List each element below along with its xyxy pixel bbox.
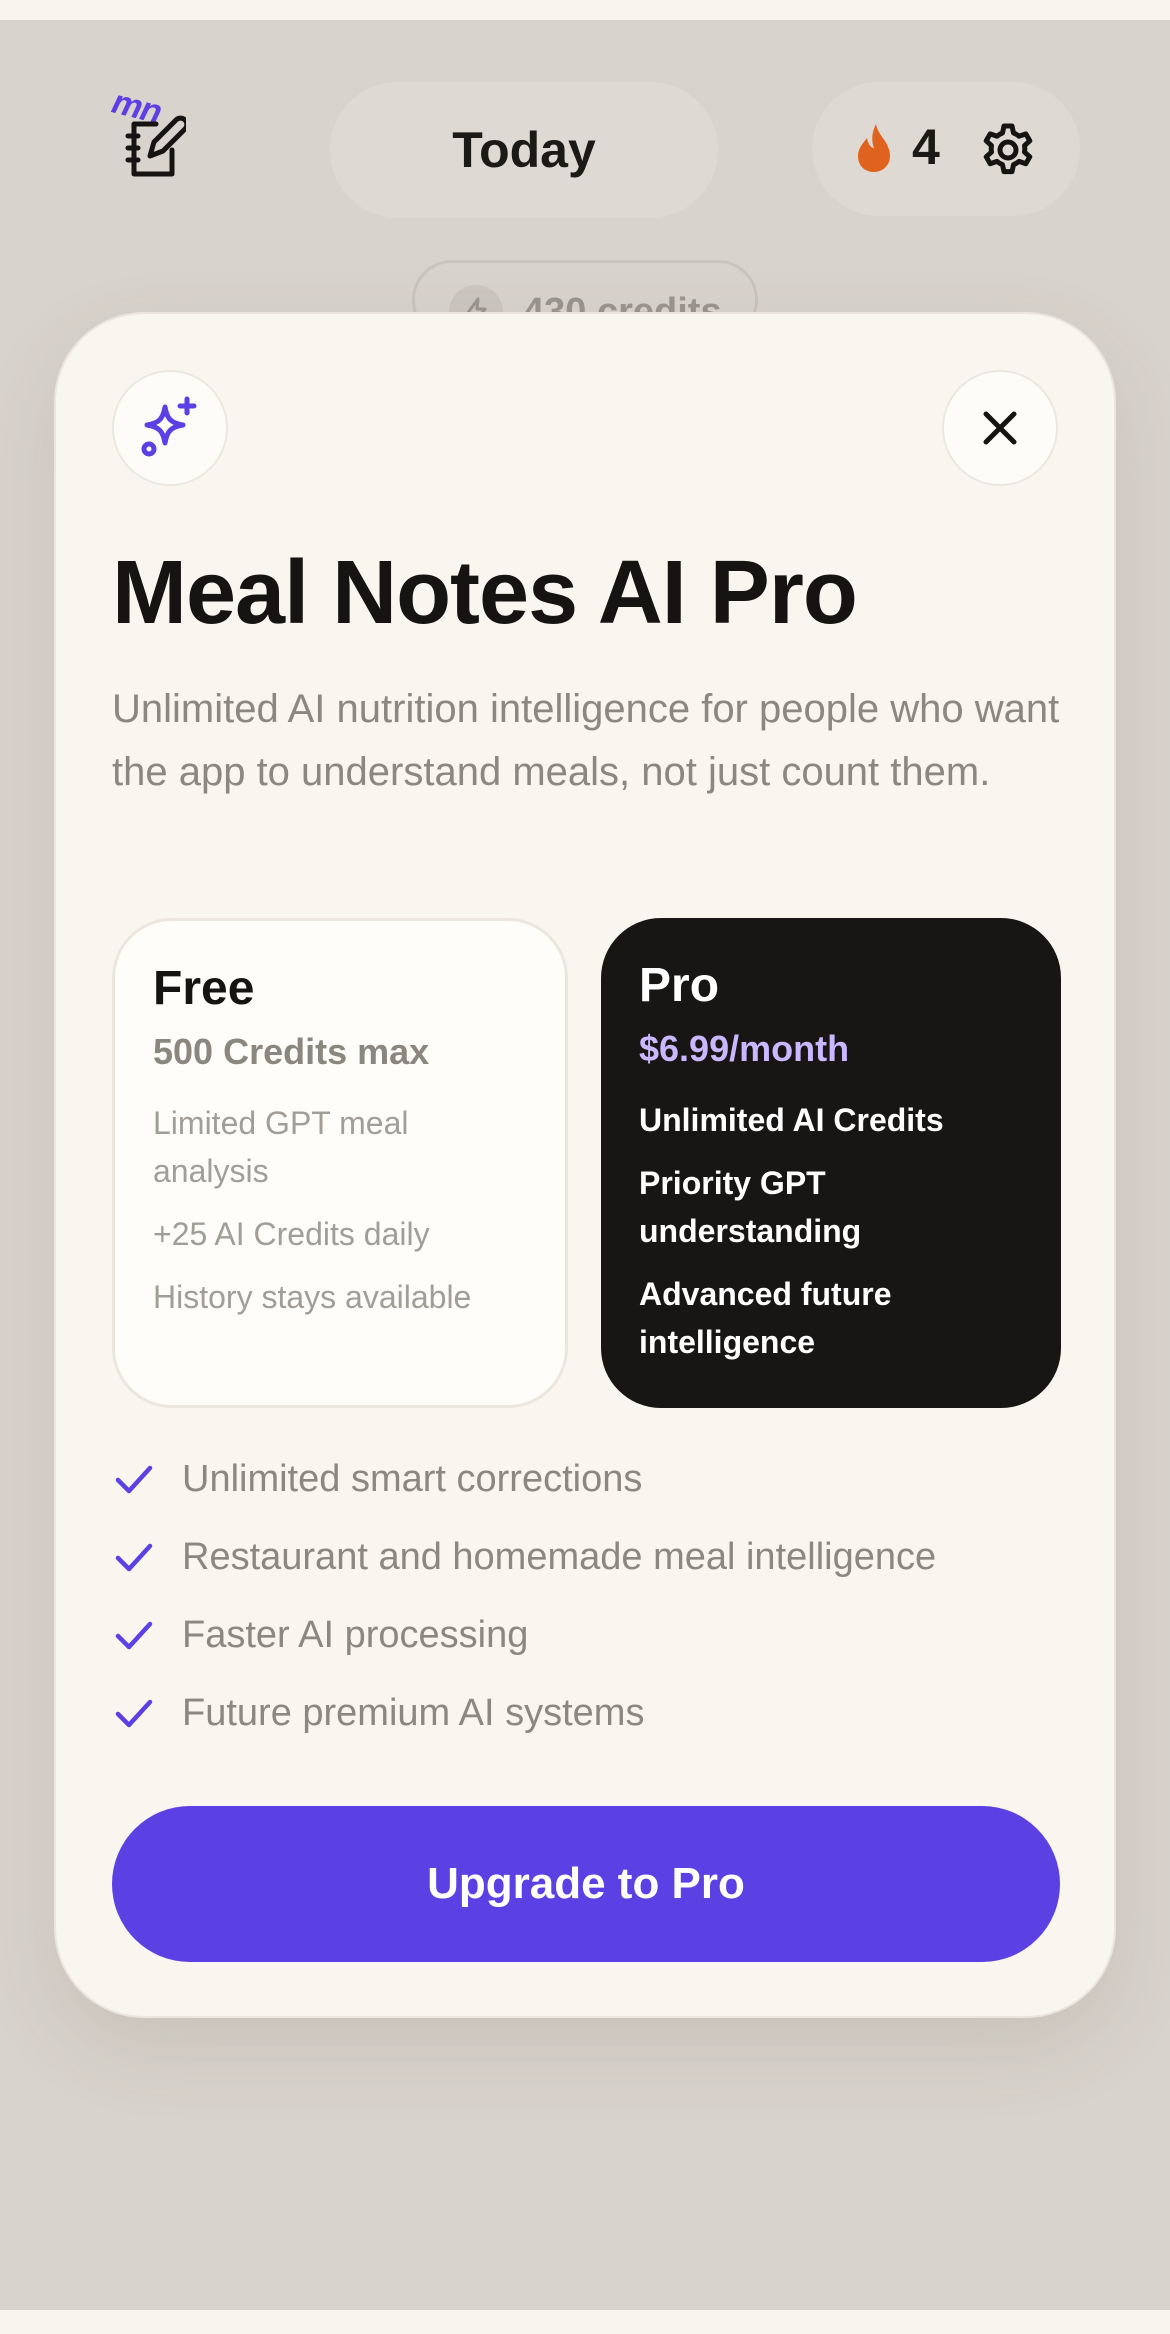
plan-feature: Unlimited AI Credits [639,1102,944,1138]
check-icon [115,1699,153,1728]
benefit-item: Unlimited smart corrections [112,1440,1072,1518]
modal-subtitle: Unlimited AI nutrition intelligence for … [112,687,1060,794]
plan-price: $6.99/month [639,1028,850,1069]
gear-icon[interactable] [980,122,1036,178]
plan-feature: Advanced future intelligence [639,1276,892,1360]
plan-feature: History stays available [153,1279,472,1315]
plan-name: Free [153,962,255,1015]
benefit-item: Future premium AI systems [112,1674,1072,1752]
check-icon [115,1465,153,1494]
modal-title: Meal Notes AI Pro [112,543,858,643]
close-icon [983,411,1017,445]
pro-upgrade-modal: Meal Notes AI Pro Unlimited AI nutrition… [54,312,1116,2018]
plan-feature-list: Unlimited AI Credits Priority GPT unders… [639,1096,1023,1366]
check-icon [115,1621,153,1650]
app-logo[interactable]: mn [108,83,202,188]
plan-card-pro[interactable]: Pro $6.99/month Unlimited AI Credits Pri… [601,918,1061,1408]
sparkle-badge [112,370,228,486]
plan-feature: Priority GPT understanding [639,1165,862,1249]
status-strip-top [0,0,1170,20]
plan-feature: +25 AI Credits daily [153,1216,430,1252]
plan-price: 500 Credits max [153,1031,430,1072]
benefit-text: Restaurant and homemade meal intelligenc… [182,1535,937,1578]
plan-card-free[interactable]: Free 500 Credits max Limited GPT meal an… [112,918,568,1408]
close-button[interactable] [942,370,1058,486]
notebook-pencil-icon [125,115,186,177]
benefit-item: Faster AI processing [112,1596,1072,1674]
flame-icon [858,124,890,172]
date-selector[interactable]: Today [330,82,718,218]
plan-feature-list: Limited GPT meal analysis +25 AI Credits… [153,1099,527,1321]
benefit-list: Unlimited smart corrections Restaurant a… [112,1440,1072,1752]
streak-count: 4 [912,119,940,175]
benefit-text: Faster AI processing [182,1613,529,1656]
check-icon [115,1543,153,1572]
benefit-text: Future premium AI systems [182,1691,645,1734]
upgrade-to-pro-button[interactable]: Upgrade to Pro [112,1806,1060,1962]
plan-name: Pro [639,959,720,1012]
home-indicator-strip [0,2310,1170,2334]
benefit-item: Restaurant and homemade meal intelligenc… [112,1518,1072,1596]
benefit-text: Unlimited smart corrections [182,1457,643,1500]
sparkle-icon [141,396,197,457]
plan-feature: Limited GPT meal analysis [153,1105,409,1189]
streak-settings-pill: 4 [812,82,1080,216]
